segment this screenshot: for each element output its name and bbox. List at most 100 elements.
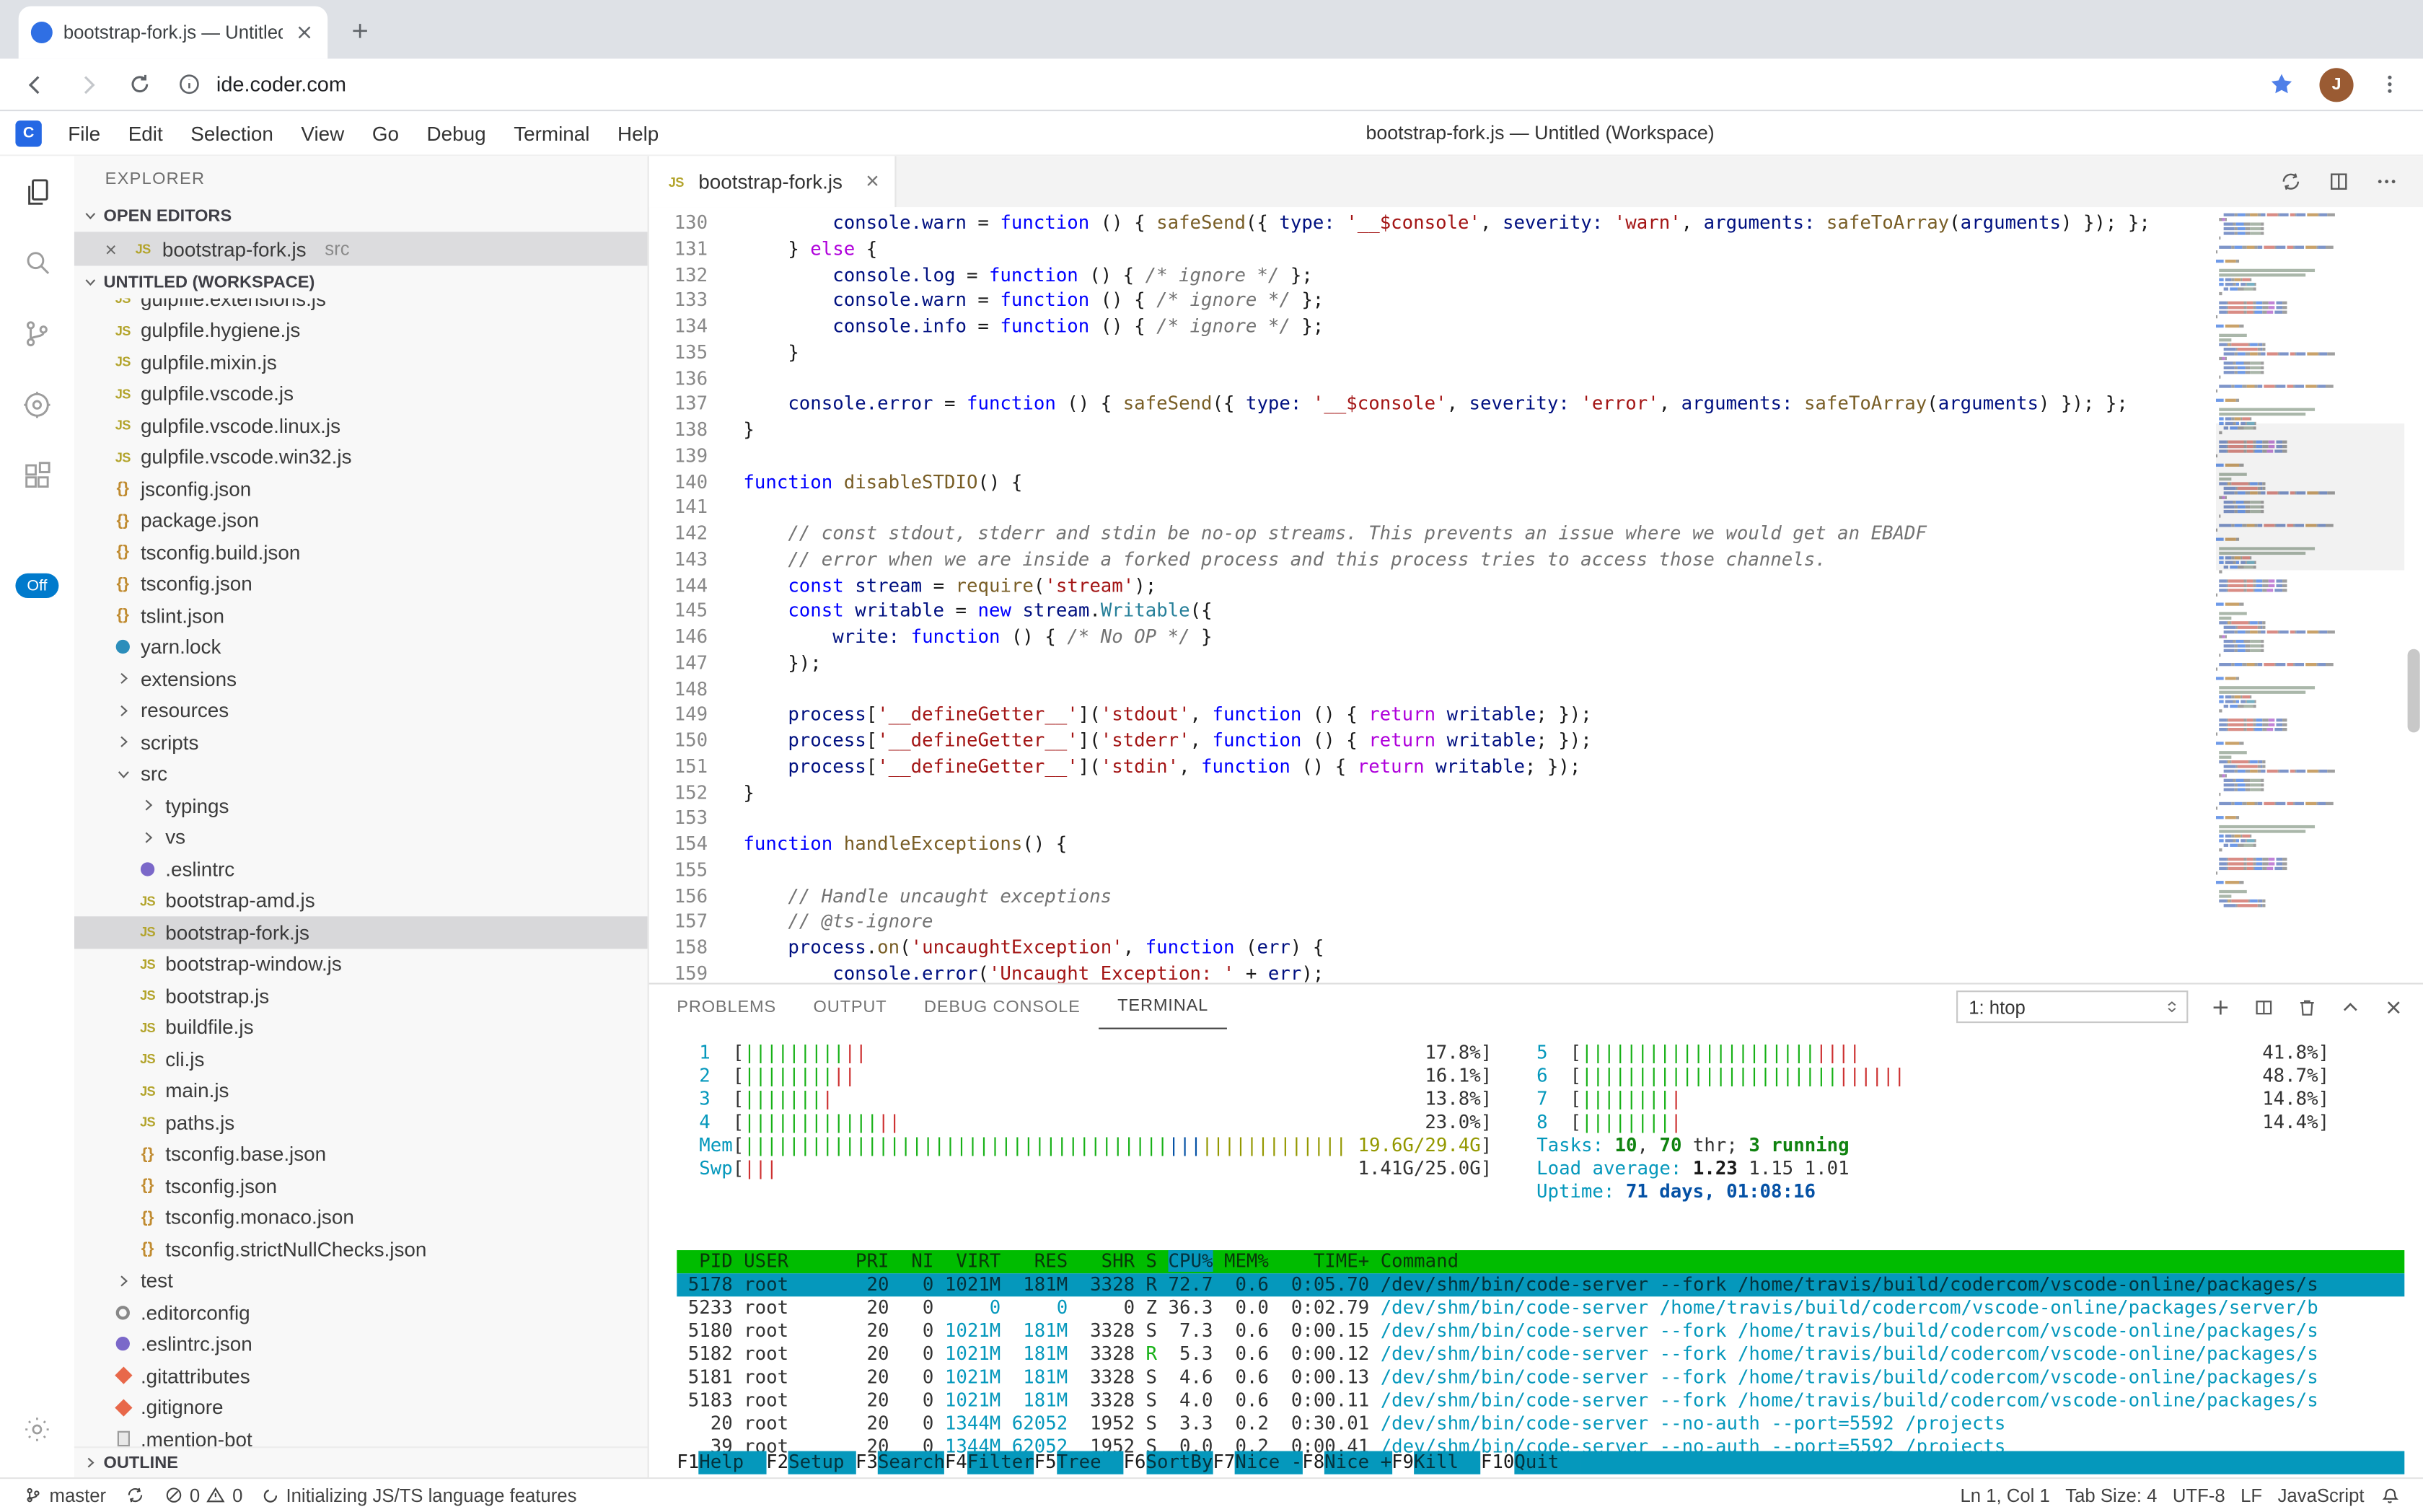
file-typings[interactable]: typings xyxy=(74,790,648,822)
file-.editorconfig[interactable]: .editorconfig xyxy=(74,1296,648,1328)
file-.gitignore[interactable]: .gitignore xyxy=(74,1392,648,1423)
process-row-5182[interactable]: 5182 root 20 0 1021M 181M 3328 R 5.3 0.6… xyxy=(677,1343,2404,1366)
sync-icon[interactable] xyxy=(2279,170,2303,193)
file-gulpfile.vscode.win32.js[interactable]: JSgulpfile.vscode.win32.js xyxy=(74,441,648,473)
file-tsconfig.strictNullChecks.json[interactable]: {}tsconfig.strictNullChecks.json xyxy=(74,1233,648,1265)
notifications-bell-icon[interactable] xyxy=(2372,1478,2407,1512)
htop-function-bar[interactable]: F1Help F2Setup F3SearchF4FilterF5Tree F6… xyxy=(677,1451,2404,1474)
file-.gitattributes[interactable]: .gitattributes xyxy=(74,1360,648,1392)
process-row-20[interactable]: 20 root 20 0 1344M 62052 1952 S 3.3 0.2 … xyxy=(677,1412,2404,1436)
kill-terminal-icon[interactable] xyxy=(2296,996,2318,1018)
language-mode[interactable]: JavaScript xyxy=(2270,1478,2372,1512)
process-row-5180[interactable]: 5180 root 20 0 1021M 181M 3328 S 7.3 0.6… xyxy=(677,1319,2404,1342)
reload-icon[interactable] xyxy=(127,71,153,97)
address-bar[interactable]: ide.coder.com xyxy=(177,73,2243,96)
file-tsconfig.json[interactable]: {}tsconfig.json xyxy=(74,568,648,599)
process-row-5233[interactable]: 5233 root 20 0 0 0 0 Z 36.3 0.0 0:02.79 … xyxy=(677,1296,2404,1319)
outline-header[interactable]: OUTLINE xyxy=(74,1446,648,1477)
menu-help[interactable]: Help xyxy=(604,121,673,144)
close-panel-icon[interactable] xyxy=(2383,996,2404,1018)
site-info-icon[interactable] xyxy=(177,73,201,96)
file-yarn.lock[interactable]: yarn.lock xyxy=(74,631,648,663)
minimap[interactable] xyxy=(2216,207,2404,983)
editor-tab-bootstrap-fork[interactable]: JS bootstrap-fork.js × xyxy=(649,156,897,207)
file-.eslintrc[interactable]: .eslintrc xyxy=(74,853,648,885)
back-icon[interactable] xyxy=(22,70,50,98)
scrollbar-thumb[interactable] xyxy=(2408,649,2420,733)
new-tab-button[interactable] xyxy=(340,11,380,51)
git-branch-indicator[interactable]: master xyxy=(15,1478,113,1512)
browser-menu-icon[interactable] xyxy=(2378,73,2401,96)
file-jsconfig.json[interactable]: {}jsconfig.json xyxy=(74,473,648,505)
process-row-5183[interactable]: 5183 root 20 0 1021M 181M 3328 S 4.0 0.6… xyxy=(677,1389,2404,1412)
file-src[interactable]: src xyxy=(74,758,648,790)
file-tsconfig.build.json[interactable]: {}tsconfig.build.json xyxy=(74,536,648,568)
file-cli.js[interactable]: JScli.js xyxy=(74,1043,648,1075)
file-bootstrap-window.js[interactable]: JSbootstrap-window.js xyxy=(74,948,648,980)
bookmark-star-icon[interactable] xyxy=(2269,71,2295,97)
file-tsconfig.json[interactable]: {}tsconfig.json xyxy=(74,1170,648,1202)
cursor-position[interactable]: Ln 1, Col 1 xyxy=(1953,1478,2058,1512)
debug-icon[interactable] xyxy=(0,369,74,441)
panel-tab-output[interactable]: OUTPUT xyxy=(795,985,905,1029)
close-editor-icon[interactable]: × xyxy=(105,237,124,260)
file-gulpfile.vscode.linux.js[interactable]: JSgulpfile.vscode.linux.js xyxy=(74,410,648,441)
file-gulpfile.hygiene.js[interactable]: JSgulpfile.hygiene.js xyxy=(74,315,648,346)
file-.eslintrc.json[interactable]: .eslintrc.json xyxy=(74,1328,648,1360)
source-control-icon[interactable] xyxy=(0,298,74,369)
terminal[interactable]: 1 [||||||||||| 17.8%] 5 [|||||||||||||||… xyxy=(649,1029,2423,1477)
file-extensions[interactable]: extensions xyxy=(74,663,648,695)
profile-avatar[interactable]: J xyxy=(2319,67,2353,101)
file-buildfile.js[interactable]: JSbuildfile.js xyxy=(74,1011,648,1043)
file-package.json[interactable]: {}package.json xyxy=(74,504,648,536)
panel-tab-problems[interactable]: PROBLEMS xyxy=(659,985,795,1029)
browser-tab[interactable]: bootstrap-fork.js — Untitled (W xyxy=(19,6,327,59)
close-tab-icon[interactable]: × xyxy=(866,169,879,195)
menu-debug[interactable]: Debug xyxy=(413,121,500,144)
workspace-header[interactable]: UNTITLED (WORKSPACE) xyxy=(74,265,648,298)
menu-terminal[interactable]: Terminal xyxy=(500,121,604,144)
eol[interactable]: LF xyxy=(2233,1478,2269,1512)
more-actions-icon[interactable] xyxy=(2375,170,2398,193)
file-tslint.json[interactable]: {}tslint.json xyxy=(74,599,648,631)
explorer-icon[interactable] xyxy=(0,156,74,227)
new-terminal-icon[interactable] xyxy=(2209,996,2231,1018)
open-editors-header[interactable]: OPEN EDITORS xyxy=(74,199,648,232)
code-editor[interactable]: console.warn = function () { safeSend({ … xyxy=(708,207,2216,983)
menu-selection[interactable]: Selection xyxy=(177,121,287,144)
panel-tab-debug-console[interactable]: DEBUG CONSOLE xyxy=(905,985,1099,1029)
problems-indicator[interactable]: 0 0 xyxy=(156,1478,250,1512)
open-editor-item[interactable]: × JS bootstrap-fork.js src xyxy=(74,232,648,265)
process-row-5181[interactable]: 5181 root 20 0 1021M 181M 3328 S 4.6 0.6… xyxy=(677,1366,2404,1389)
indentation[interactable]: Tab Size: 4 xyxy=(2058,1478,2165,1512)
menu-file[interactable]: File xyxy=(54,121,114,144)
terminal-selector[interactable]: 1: htop xyxy=(1956,990,2188,1023)
file-gulpfile.mixin.js[interactable]: JSgulpfile.mixin.js xyxy=(74,346,648,378)
settings-gear-icon[interactable] xyxy=(0,1394,74,1465)
panel-tab-terminal[interactable]: TERMINAL xyxy=(1099,985,1226,1029)
file-resources[interactable]: resources xyxy=(74,695,648,726)
encoding[interactable]: UTF-8 xyxy=(2165,1478,2233,1512)
process-row-5178[interactable]: 5178 root 20 0 1021M 181M 3328 R 72.7 0.… xyxy=(677,1273,2404,1296)
off-badge[interactable]: Off xyxy=(16,573,58,598)
file-main.js[interactable]: JSmain.js xyxy=(74,1075,648,1107)
split-terminal-icon[interactable] xyxy=(2253,996,2274,1018)
tab-close-icon[interactable] xyxy=(294,22,315,43)
file-tsconfig.monaco.json[interactable]: {}tsconfig.monaco.json xyxy=(74,1202,648,1234)
menu-view[interactable]: View xyxy=(287,121,358,144)
extensions-icon[interactable] xyxy=(0,441,74,512)
split-editor-icon[interactable] xyxy=(2327,170,2350,193)
file-gulpfile.vscode.js[interactable]: JSgulpfile.vscode.js xyxy=(74,378,648,410)
htop-table-header[interactable]: PID USER PRI NI VIRT RES SHR S CPU% MEM%… xyxy=(677,1250,2404,1273)
file-bootstrap-amd.js[interactable]: JSbootstrap-amd.js xyxy=(74,884,648,916)
file-test[interactable]: test xyxy=(74,1265,648,1296)
language-status[interactable]: Initializing JS/TS language features xyxy=(253,1478,584,1512)
file-paths.js[interactable]: JSpaths.js xyxy=(74,1107,648,1138)
file-bootstrap-fork.js[interactable]: JSbootstrap-fork.js xyxy=(74,916,648,948)
menu-go[interactable]: Go xyxy=(359,121,413,144)
sync-changes-icon[interactable] xyxy=(117,1478,152,1512)
editor-scrollbar[interactable] xyxy=(2404,207,2423,983)
menu-edit[interactable]: Edit xyxy=(114,121,177,144)
file-gulpfile.extensions.js[interactable]: JSgulpfile.extensions.js xyxy=(74,298,648,314)
file-tsconfig.base.json[interactable]: {}tsconfig.base.json xyxy=(74,1138,648,1170)
